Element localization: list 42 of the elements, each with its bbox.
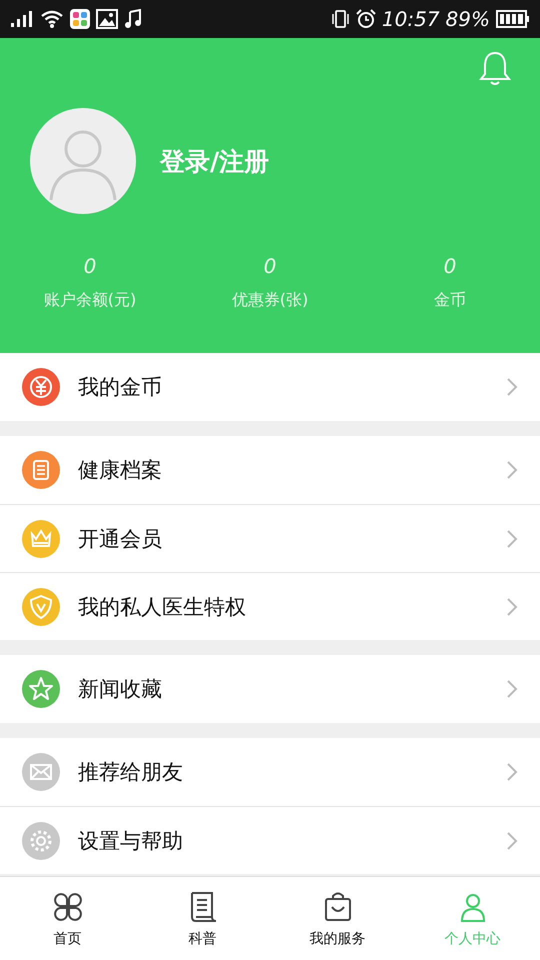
chevron-icon <box>506 377 518 397</box>
menu-label: 我的私人医生特权 <box>78 594 247 620</box>
battery-icon <box>496 10 530 28</box>
nav-tab[interactable]: 科普 <box>135 877 270 960</box>
stat-label: 账户余额(元) <box>44 290 136 311</box>
music-icon <box>124 9 142 29</box>
menu-label: 新闻收藏 <box>78 676 163 703</box>
vibrate-icon <box>330 9 350 29</box>
menu-item[interactable]: 推荐给朋友 <box>0 738 540 806</box>
bell-icon[interactable] <box>478 50 512 86</box>
chevron-icon <box>506 596 518 616</box>
avatar[interactable] <box>30 108 136 214</box>
stat-value: 0 <box>84 254 96 278</box>
battery-percent: 89% <box>446 7 490 31</box>
stat-value: 0 <box>264 254 276 278</box>
image-icon <box>96 9 118 29</box>
menu-label: 推荐给朋友 <box>78 759 184 786</box>
wifi-icon <box>40 10 64 28</box>
nav-tab[interactable]: 首页 <box>0 877 135 960</box>
menu-label: 健康档案 <box>78 457 163 484</box>
menu-item[interactable]: 设置与帮助 <box>0 806 540 874</box>
stat-label: 优惠券(张) <box>232 290 308 311</box>
chevron-icon <box>506 528 518 548</box>
app-icon <box>70 9 90 29</box>
chevron-icon <box>506 460 518 480</box>
signal-icon <box>10 10 34 28</box>
nav-tab[interactable]: 我的服务 <box>270 877 405 960</box>
alarm-icon <box>356 9 376 29</box>
menu-item[interactable]: 健康档案 <box>0 436 540 504</box>
chevron-icon <box>506 762 518 782</box>
menu-label: 设置与帮助 <box>78 828 184 854</box>
stat-value: 0 <box>444 254 456 278</box>
menu-label: 我的金币 <box>78 374 163 401</box>
menu-item[interactable]: 新闻收藏 <box>0 655 540 723</box>
menu-label: 开通会员 <box>78 526 163 552</box>
stat-label: 金币 <box>434 290 466 311</box>
menu-item[interactable]: 开通会员 <box>0 504 540 572</box>
menu-item[interactable]: 我的私人医生特权 <box>0 572 540 640</box>
menu-item[interactable]: 我的金币 <box>0 353 540 421</box>
chevron-icon <box>506 679 518 699</box>
chevron-icon <box>506 830 518 850</box>
clock-time: 10:57 <box>382 7 440 31</box>
